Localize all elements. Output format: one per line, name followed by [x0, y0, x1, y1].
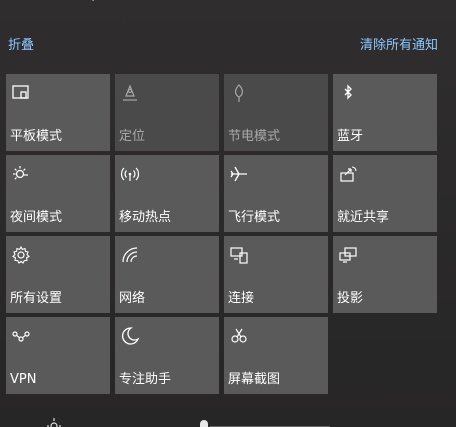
- settings-gear-icon: [10, 244, 32, 266]
- tile-focus-assist[interactable]: 专注助手: [115, 317, 219, 394]
- vpn-icon: [10, 325, 32, 347]
- screen-snip-icon: [228, 325, 250, 347]
- mobile-hotspot-icon: [119, 163, 141, 185]
- tile-tablet-mode[interactable]: 平板模式: [6, 74, 110, 151]
- tile-network[interactable]: 网络: [115, 236, 219, 313]
- tile-screen-snip[interactable]: 屏幕截图: [224, 317, 328, 394]
- tile-battery-saver[interactable]: 节电模式: [224, 74, 328, 151]
- network-icon: [119, 244, 141, 266]
- quick-actions-grid: 平板模式 定位 节电模式 蓝牙 夜间模式 移动热点 飞行模式 就近共享 所有设置…: [6, 74, 438, 394]
- clear-all-notifications-link[interactable]: 清除所有通知: [360, 34, 438, 53]
- tile-project[interactable]: 投影: [333, 236, 437, 313]
- tile-all-settings[interactable]: 所有设置: [6, 236, 110, 313]
- tile-label: 蓝牙: [337, 129, 364, 144]
- location-icon: [119, 82, 141, 104]
- collapse-link[interactable]: 折叠: [8, 34, 34, 53]
- action-center-header: 折叠 清除所有通知: [0, 34, 456, 56]
- bluetooth-icon: [337, 82, 359, 104]
- tile-label: 定位: [119, 129, 146, 144]
- tile-label: 所有设置: [10, 291, 63, 306]
- tile-airplane-mode[interactable]: 飞行模式: [224, 155, 328, 232]
- tile-label: 投影: [337, 291, 364, 306]
- tile-mobile-hotspot[interactable]: 移动热点: [115, 155, 219, 232]
- brightness-bar: [0, 408, 456, 427]
- project-icon: [337, 244, 359, 266]
- tile-label: 网络: [119, 291, 146, 306]
- tile-label: 飞行模式: [228, 210, 281, 225]
- tablet-mode-icon: [10, 82, 32, 104]
- tile-label: 连接: [228, 291, 255, 306]
- tile-label: 专注助手: [119, 372, 172, 387]
- tile-night-light[interactable]: 夜间模式: [6, 155, 110, 232]
- tile-label: 屏幕截图: [228, 372, 281, 387]
- nearby-share-icon: [337, 163, 359, 185]
- tile-connect[interactable]: 连接: [224, 236, 328, 313]
- tile-label: 就近共享: [337, 210, 390, 225]
- tile-vpn[interactable]: VPN: [6, 317, 110, 394]
- tile-label: 平板模式: [10, 129, 63, 144]
- tile-label: 节电模式: [228, 129, 281, 144]
- airplane-icon: [228, 163, 250, 185]
- action-center-panel: · 折叠 清除所有通知 平板模式 定位: [0, 0, 456, 427]
- focus-assist-moon-icon: [119, 325, 141, 347]
- tile-nearby-share[interactable]: 就近共享: [333, 155, 437, 232]
- tile-location[interactable]: 定位: [115, 74, 219, 151]
- battery-saver-icon: [228, 82, 250, 104]
- tile-bluetooth[interactable]: 蓝牙: [333, 74, 437, 151]
- top-cut-off-text: ·: [0, 0, 456, 10]
- tile-label: 夜间模式: [10, 210, 63, 225]
- night-light-icon: [10, 163, 32, 185]
- brightness-icon: [46, 418, 62, 427]
- connect-icon: [228, 244, 250, 266]
- brightness-slider-thumb[interactable]: [200, 420, 208, 427]
- tile-label: 移动热点: [119, 210, 172, 225]
- tile-label: VPN: [10, 372, 37, 387]
